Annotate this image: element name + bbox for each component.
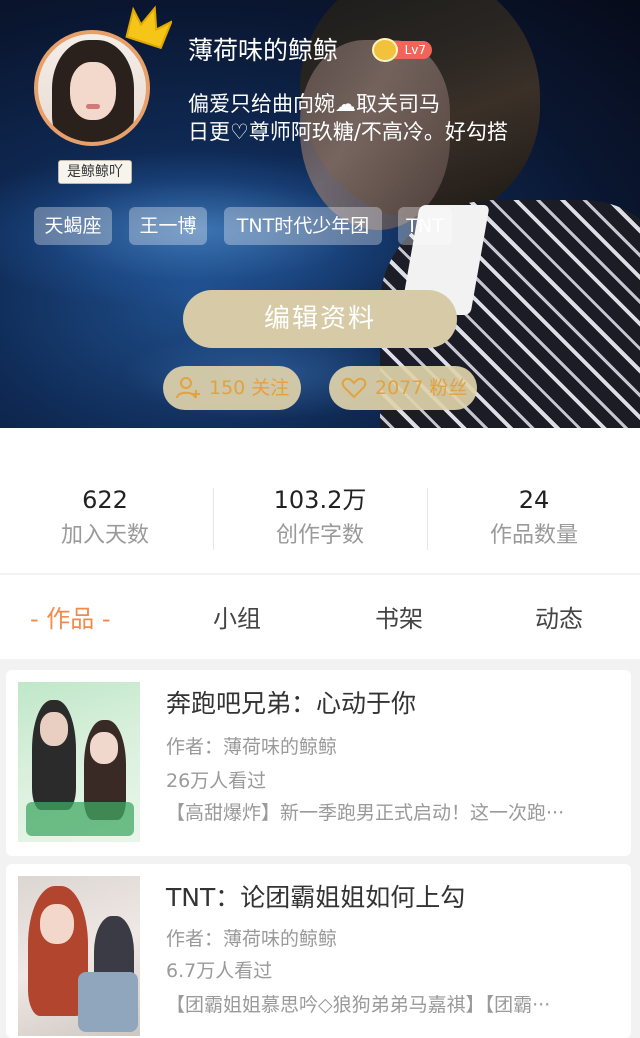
work-card[interactable]: TNT：论团霸姐姐如何上勾 作者：薄荷味的鲸鲸 6.7万人看过 【团霸姐姐慕思吟… xyxy=(6,864,631,1038)
work-description: 【高甜爆炸】新一季跑男正式启动！这一次跑··· xyxy=(166,802,565,824)
stat-words: 103.2万 创作字数 xyxy=(230,484,410,552)
edit-profile-button[interactable]: 编辑资料 xyxy=(183,290,457,348)
cover-face xyxy=(90,732,118,764)
work-title: TNT：论团霸姐姐如何上勾 xyxy=(166,883,466,912)
work-cover xyxy=(18,876,140,1036)
tab-bookshelf[interactable]: 书架 xyxy=(375,599,423,639)
work-author: 作者：薄荷味的鲸鲸 xyxy=(166,736,338,758)
avatar-mouth xyxy=(86,104,100,109)
cover-face xyxy=(40,904,74,944)
following-button[interactable]: 150 关注 xyxy=(163,366,301,410)
stat-days: 622 加入天数 xyxy=(15,484,195,552)
stats-bar: 622 加入天数 103.2万 创作字数 24 作品数量 xyxy=(0,428,640,573)
cover-face xyxy=(40,712,68,746)
profile-tag[interactable]: 王一博 xyxy=(129,207,207,245)
tab-activity[interactable]: 动态 xyxy=(535,599,583,639)
work-views: 6.7万人看过 xyxy=(166,960,273,982)
stat-label: 加入天数 xyxy=(60,523,149,548)
cover-art-block xyxy=(78,972,138,1032)
bio-line-2: 日更♡尊师阿玖糖/不高冷。好勾搭 xyxy=(188,120,508,144)
tab-works[interactable]: - 作品 - xyxy=(30,599,111,639)
level-gem-icon xyxy=(372,38,398,62)
heart-icon xyxy=(341,377,367,399)
profile-tag[interactable]: 天蝎座 xyxy=(34,207,112,245)
stat-value: 103.2万 xyxy=(273,486,367,514)
work-views: 26万人看过 xyxy=(166,770,267,792)
profile-tag[interactable]: TNT xyxy=(398,207,452,245)
stat-label: 创作字数 xyxy=(275,523,364,548)
level-badge[interactable]: Lv7 xyxy=(372,38,432,62)
divider xyxy=(213,488,214,550)
stat-works: 24 作品数量 xyxy=(444,484,624,552)
work-description: 【团霸姐姐慕思吟◇狼狗弟弟马嘉祺】【团霸··· xyxy=(166,994,551,1016)
followers-button[interactable]: 2077 粉丝 xyxy=(329,366,477,410)
stat-value: 24 xyxy=(518,486,550,514)
work-title: 奔跑吧兄弟：心动于你 xyxy=(166,689,417,718)
divider xyxy=(427,488,428,550)
work-cover xyxy=(18,682,140,842)
work-card[interactable]: 奔跑吧兄弟：心动于你 作者：薄荷味的鲸鲸 26万人看过 【高甜爆炸】新一季跑男正… xyxy=(6,670,631,856)
profile-name: 薄荷味的鲸鲸 xyxy=(188,36,339,65)
profile-tag[interactable]: TNT时代少年团 xyxy=(224,207,382,245)
crown-icon xyxy=(125,5,172,50)
user-plus-icon xyxy=(176,377,200,399)
avatar-tag: 是鲸鲸吖 xyxy=(58,160,132,184)
stat-label: 作品数量 xyxy=(489,523,578,548)
following-count: 150 关注 xyxy=(209,377,290,399)
profile-tabs: - 作品 - 小组 书架 动态 xyxy=(0,575,640,659)
tab-groups[interactable]: 小组 xyxy=(213,599,261,639)
cover-title-art xyxy=(26,802,134,836)
profile-header: 是鲸鲸吖 薄荷味的鲸鲸 Lv7 偏爱只给曲向婉☁取关司马 日更♡尊师阿玖糖/不高… xyxy=(0,0,640,428)
avatar-face xyxy=(70,62,116,120)
work-author: 作者：薄荷味的鲸鲸 xyxy=(166,928,338,950)
followers-count: 2077 粉丝 xyxy=(375,377,468,399)
bio-line-1: 偏爱只给曲向婉☁取关司马 xyxy=(188,92,440,116)
stat-value: 622 xyxy=(82,486,128,514)
